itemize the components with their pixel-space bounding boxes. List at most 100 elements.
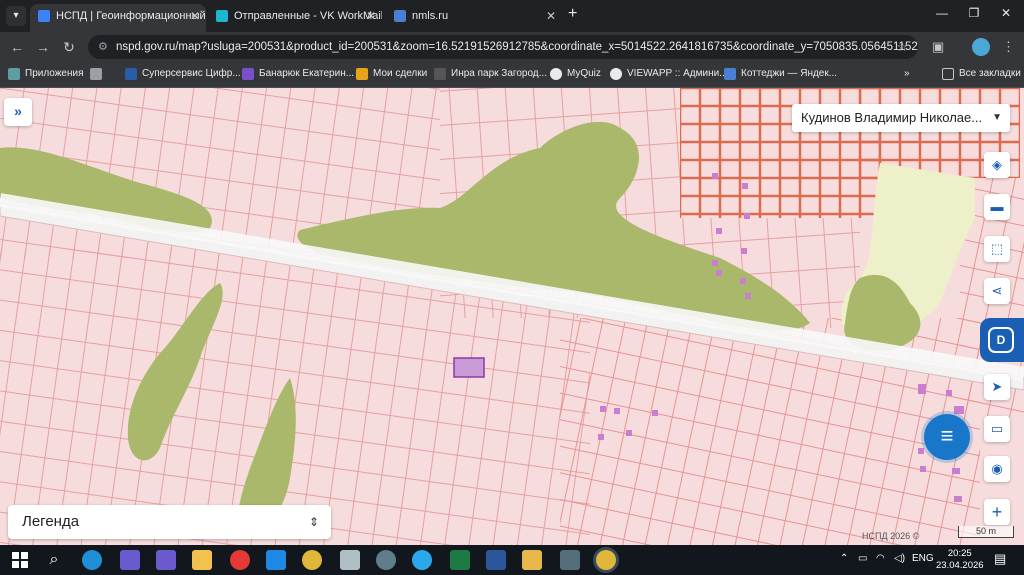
close-window-button[interactable]: ✕ [996,6,1016,20]
yandex-icon[interactable] [230,550,250,570]
zoom-in-button[interactable]: + [984,499,1010,525]
edge-icon[interactable] [82,550,102,570]
copyright: НСПД 2026 © [862,531,920,541]
address-bar[interactable]: ⚙ nspd.gov.ru/map?usluga=200531&product_… [88,35,918,59]
back-button[interactable]: ← [8,39,26,55]
inra-park-icon [434,68,446,80]
crm-icon [242,68,254,80]
expand-collapse-icon[interactable]: ⇕ [309,505,319,539]
tab-nspd[interactable]: НСПД | Геоинформационный ✕ [30,4,206,32]
tab-title: НСПД | Геоинформационный [56,10,206,22]
menu-list-button[interactable]: ≡ [924,414,970,460]
calculator-icon[interactable] [560,550,580,570]
tab-nmls[interactable]: nmls.ru ✕ [386,4,562,32]
bookmark-banaryuk[interactable]: Банарюк Екатерин... [242,67,354,81]
layers-icon[interactable]: ◈ [984,152,1010,178]
telegram-icon[interactable] [412,550,432,570]
bookmarks-bar: Приложения Суперсервис Цифр... Банарюк Е… [0,62,1024,88]
forward-button[interactable]: → [34,39,52,55]
bookmark-inra-park[interactable]: Инра парк Загород... [434,67,547,81]
search-icon[interactable]: ⌕ [44,550,64,570]
word-icon[interactable] [486,550,506,570]
close-tab-icon[interactable]: ✕ [190,4,200,28]
area-select-icon[interactable]: ⬚ [984,236,1010,262]
bookmark-myquiz[interactable]: MyQuiz [550,67,601,81]
legend-panel[interactable]: Легенда ⇕ [8,505,331,539]
bookmark-apps[interactable]: Приложения [8,67,84,81]
site-info-icon[interactable]: ⚙ [98,35,108,59]
bookmark-cottages[interactable]: Коттеджи — Яндек... [724,67,837,81]
time: 20:25 [947,548,972,559]
nspd-favicon-icon [38,10,50,22]
language-indicator[interactable]: ENG [912,553,934,564]
windows-start-icon[interactable] [10,550,30,570]
expand-panel-button[interactable]: » [4,98,32,126]
gosuslugi-icon [125,68,137,80]
url-text: nspd.gov.ru/map?usluga=200531&product_id… [116,41,918,53]
assistant-button[interactable]: D [980,318,1024,362]
browser-toolbar: ← → ↻ ⚙ nspd.gov.ru/map?usluga=200531&pr… [0,32,1024,62]
tab-strip: ▾ НСПД | Геоинформационный ✕ Отправленны… [0,0,1024,32]
bookmark-star-icon[interactable]: ☆ [896,35,908,59]
browser-menu-icon[interactable]: ⋮ [1002,39,1015,55]
scanner-icon[interactable] [340,550,360,570]
ruler-icon[interactable]: ▬ [984,194,1010,220]
minimize-button[interactable]: — [932,6,952,20]
bookmark-viewapp[interactable]: VIEWAPP :: Админи... [610,67,728,81]
share-icon[interactable]: ⋖ [984,278,1010,304]
date: 23.04.2026 [936,560,984,571]
tray-chevron-icon[interactable]: ⌃ [840,553,848,564]
user-name: Кудинов Владимир Николае... [801,110,983,125]
scale-bar: 50 m [958,526,1014,538]
yandex-realty-icon [724,68,736,80]
location-pin-icon[interactable]: ◉ [984,456,1010,482]
apps-grid-icon [8,68,20,80]
more-bookmarks-button[interactable]: » [904,67,910,81]
bookmark-my-deals[interactable]: Мои сделки [356,67,427,81]
navigate-icon[interactable]: ➤ [984,374,1010,400]
chrome-active-icon[interactable] [596,550,616,570]
save-icon[interactable] [120,550,140,570]
deals-icon [356,68,368,80]
network-icon[interactable]: ▭ [858,553,867,564]
restore-button[interactable]: ❐ [964,6,984,20]
tab-title: nmls.ru [412,10,449,22]
grid-icon [90,68,102,80]
tab-search-button[interactable]: ▾ [6,6,26,26]
new-tab-button[interactable]: + [568,5,577,23]
map-canvas[interactable] [0,88,1024,545]
tab-vk-workmail[interactable]: Отправленные - VK WorkMail ✕ [208,4,382,32]
viewapp-icon [610,68,622,80]
reload-button[interactable]: ↻ [60,39,78,56]
calendar-icon[interactable] [266,550,286,570]
clock[interactable]: 20:25 23.04.2026 [936,548,984,572]
assistant-icon: D [988,327,1014,353]
recovery-icon[interactable] [376,550,396,570]
excel-icon[interactable] [450,550,470,570]
selected-parcel[interactable] [453,357,485,378]
bookmark-superservice[interactable]: Суперсервис Цифр... [125,67,241,81]
puzzle-icon[interactable]: ▣ [932,39,944,55]
close-tab-icon[interactable]: ✕ [546,4,556,28]
save-icon[interactable] [156,550,176,570]
myquiz-icon [550,68,562,80]
folder-icon[interactable] [192,550,212,570]
chrome-icon[interactable] [302,550,322,570]
close-tab-icon[interactable]: ✕ [366,4,376,28]
paint-icon[interactable] [522,550,542,570]
cadastral-map[interactable]: » Кудинов Владимир Николае... ▼ ◈ ▬ ⬚ ⋖ … [0,88,1024,545]
snapshot-icon[interactable]: ▭ [984,416,1010,442]
dropdown-caret-icon: ▼ [992,112,1002,123]
notifications-icon[interactable]: ▤ [994,551,1006,567]
vk-workmail-favicon-icon [216,10,228,22]
folder-icon [942,68,954,80]
profile-avatar[interactable] [972,38,990,56]
volume-icon[interactable]: ◁) [894,553,905,564]
all-bookmarks[interactable]: Все закладки [942,67,1021,81]
windows-taskbar: ⌕ ⌃ ▭ ◠ ◁) ENG 20:25 23.04.2026 ▤ [0,545,1024,575]
legend-label: Легенда [22,513,80,530]
nmls-favicon-icon [394,10,406,22]
wifi-icon[interactable]: ◠ [876,553,885,564]
tab-title: Отправленные - VK WorkMail [234,10,382,22]
user-menu[interactable]: Кудинов Владимир Николае... ▼ [792,104,1010,132]
